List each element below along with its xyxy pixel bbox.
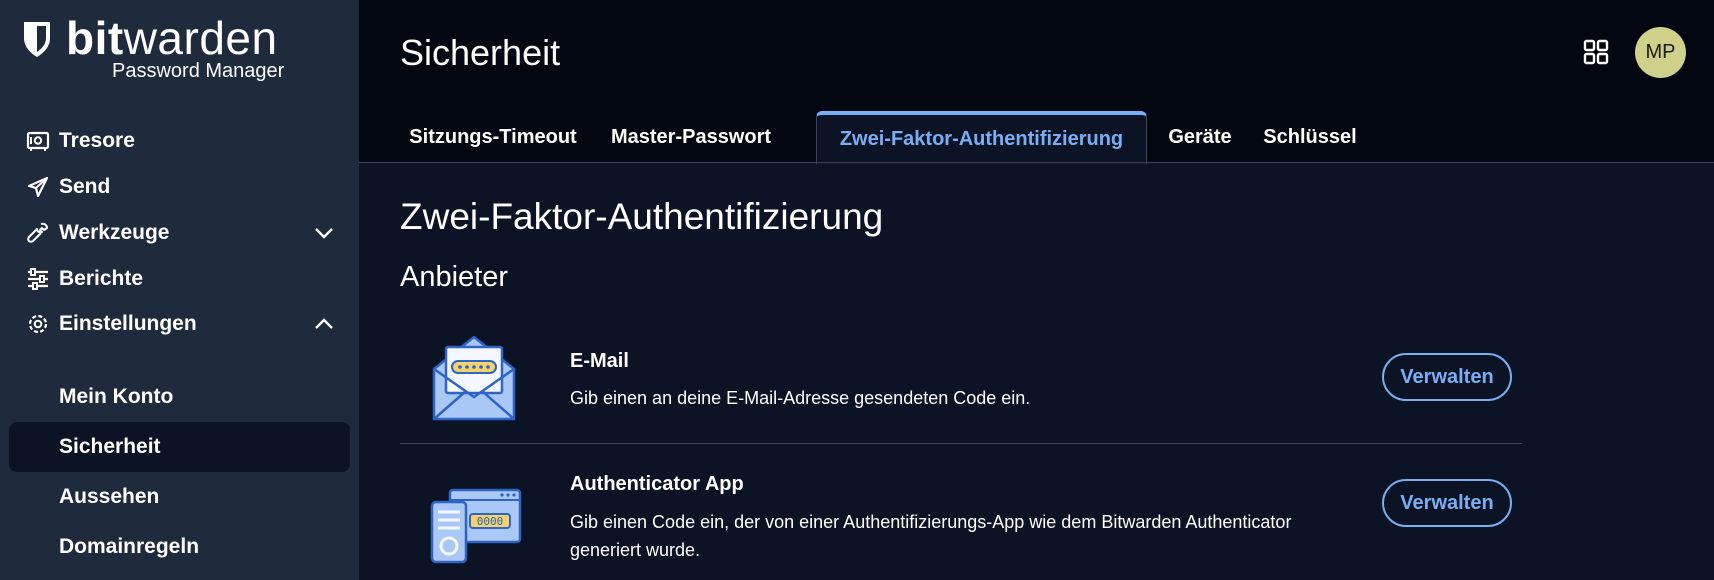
sidebar-subitem-label: Mein Konto [59, 385, 174, 408]
sliders-icon [28, 268, 48, 290]
provider-description: Gib einen Code ein, der von einer Authen… [570, 512, 1292, 560]
chevron-down-icon[interactable] [313, 224, 335, 242]
provider-name: E-Mail [570, 350, 629, 372]
provider-name: Authenticator App [570, 473, 744, 495]
tab-divider [359, 162, 1714, 163]
sidebar-item-label: Berichte [59, 267, 144, 290]
sidebar-item-berichte[interactable]: Berichte [0, 256, 359, 302]
sidebar-item-label: Send [59, 175, 111, 198]
section-subheading: Anbieter [400, 261, 509, 293]
provider-authenticator-app: 0000 Authenticator App Gib einen Code ei… [400, 466, 1522, 580]
send-icon [27, 176, 49, 198]
tab-schluessel[interactable]: Schlüssel [1258, 112, 1362, 163]
tab-zwei-faktor-authentifizierung[interactable]: Zwei-Faktor-Authentifizierung [816, 111, 1147, 164]
svg-text:0000: 0000 [477, 515, 504, 528]
sidebar-subitem-label: Sicherheit [59, 435, 161, 458]
chevron-up-icon[interactable] [313, 315, 335, 333]
authenticator-app-icon: 0000 [430, 488, 522, 564]
avatar[interactable]: MP [1635, 27, 1686, 78]
sidebar-item-label: Werkzeuge [59, 221, 170, 244]
gear-icon [28, 314, 48, 334]
shield-logo-icon [24, 22, 50, 57]
sidebar-item-werkzeuge[interactable]: Werkzeuge [0, 210, 359, 256]
sidebar-item-label: Tresore [59, 129, 135, 152]
app-switcher-icon[interactable] [1583, 39, 1609, 65]
page-header: Sicherheit MP Sitzungs-Timeout Master-Pa… [359, 0, 1714, 164]
manage-email-button[interactable]: Verwalten [1382, 353, 1512, 401]
vault-icon [26, 131, 50, 151]
provider-description: Gib einen an deine E-Mail-Adresse gesend… [570, 388, 1031, 408]
section-heading: Zwei-Faktor-Authentifizierung [400, 196, 884, 237]
manage-authenticator-button[interactable]: Verwalten [1382, 479, 1512, 527]
sidebar-item-einstellungen[interactable]: Einstellungen [0, 301, 359, 347]
wrench-icon [27, 222, 48, 243]
tab-geraete[interactable]: Geräte [1162, 112, 1238, 163]
sidebar: bitwarden Password Manager Tresore Send … [0, 0, 359, 580]
logo-subtitle: Password Manager [112, 60, 285, 82]
sidebar-item-tresore[interactable]: Tresore [0, 118, 359, 164]
sidebar-subitem-sicherheit[interactable]: Sicherheit [9, 422, 350, 472]
email-envelope-icon [432, 335, 516, 421]
page-title: Sicherheit [400, 32, 561, 73]
sidebar-subitem-domainregeln[interactable]: Domainregeln [9, 522, 350, 572]
sidebar-item-label: Einstellungen [59, 312, 197, 335]
sidebar-subitem-label: Domainregeln [59, 535, 200, 558]
provider-divider [400, 443, 1522, 444]
tab-master-passwort[interactable]: Master-Passwort [601, 112, 781, 163]
sidebar-item-send[interactable]: Send [0, 164, 359, 210]
sidebar-subitem-label: Aussehen [59, 485, 160, 508]
sidebar-subitem-mein-konto[interactable]: Mein Konto [9, 372, 350, 422]
sidebar-subitem-aussehen[interactable]: Aussehen [9, 472, 350, 522]
provider-email: E-Mail Gib einen an deine E-Mail-Adresse… [400, 330, 1522, 442]
logo-wordmark: bitwarden [66, 12, 278, 64]
tab-sitzungs-timeout[interactable]: Sitzungs-Timeout [398, 112, 588, 163]
bitwarden-logo[interactable]: bitwarden Password Manager [22, 12, 285, 82]
